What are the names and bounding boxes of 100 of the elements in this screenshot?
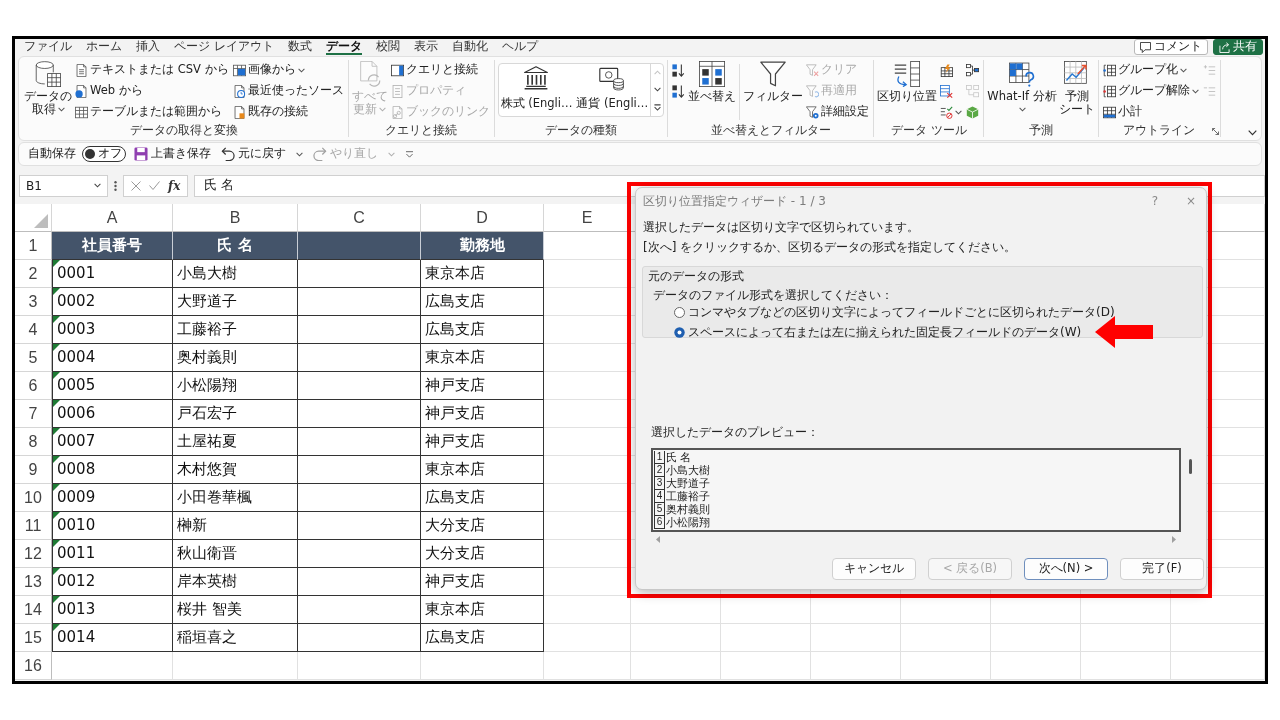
row-number[interactable]: 14 bbox=[15, 596, 52, 624]
next-button[interactable]: 次へ(N) > bbox=[1024, 558, 1108, 580]
finish-button[interactable]: 完了(F) bbox=[1120, 558, 1204, 580]
share-button[interactable]: 共有 bbox=[1213, 39, 1263, 55]
row-number[interactable]: 2 bbox=[15, 260, 52, 288]
id-text: 0008 bbox=[57, 459, 96, 481]
scrollbar-thumb[interactable] bbox=[1188, 459, 1192, 474]
row-number[interactable]: 11 bbox=[15, 512, 52, 540]
id-text: 0003 bbox=[57, 319, 96, 341]
gallery-item[interactable]: 通貨 (Engli… bbox=[574, 64, 651, 116]
sort-descending-icon bbox=[672, 84, 686, 98]
office-text: 大分支店 bbox=[425, 515, 485, 537]
cancel-icon[interactable] bbox=[131, 180, 141, 191]
row-number[interactable]: 15 bbox=[15, 624, 52, 652]
ribbon-button[interactable]: 小計 bbox=[1101, 102, 1200, 122]
office-text: 神戸支店 bbox=[425, 571, 485, 593]
ribbon-button[interactable]: 並べ替え bbox=[688, 60, 737, 104]
id-text: 0013 bbox=[57, 599, 96, 621]
expand-icon bbox=[653, 103, 661, 111]
menu-tab[interactable]: ページ レイアウト bbox=[174, 39, 274, 55]
name-box[interactable]: B1 bbox=[19, 174, 108, 197]
menu-tab[interactable]: 校閲 bbox=[375, 39, 400, 55]
toolbar-button[interactable]: 元に戻す bbox=[219, 145, 288, 163]
ribbon-button[interactable]: 既存の接続 bbox=[231, 102, 345, 122]
ribbon-button[interactable]: 最近使ったソース bbox=[231, 81, 345, 101]
name-text: 戸石宏子 bbox=[177, 403, 237, 425]
row-number[interactable]: 9 bbox=[15, 456, 52, 484]
preview-text: 小松陽翔 bbox=[665, 516, 710, 529]
cancel-button[interactable]: キャンセル bbox=[832, 558, 916, 580]
ribbon-button[interactable]: テキストまたは CSV から bbox=[74, 60, 230, 80]
menu-tab[interactable]: ファイル bbox=[24, 39, 72, 55]
menu-tab[interactable]: 自動化 bbox=[451, 39, 488, 55]
link-document-icon bbox=[390, 105, 404, 119]
ribbon-button[interactable]: データの 取得 bbox=[24, 60, 72, 117]
office-text: 広島支店 bbox=[425, 487, 485, 509]
ribbon-button[interactable]: 詳細設定 bbox=[805, 102, 871, 122]
ribbon-button[interactable]: 区切り位置 bbox=[877, 60, 938, 104]
dropdown-button[interactable] bbox=[294, 151, 305, 157]
row-number[interactable]: 5 bbox=[15, 344, 52, 372]
row-number[interactable]: 1 bbox=[15, 232, 52, 260]
toolbar-button[interactable]: 上書き保存 bbox=[132, 145, 213, 163]
row-number[interactable]: 6 bbox=[15, 372, 52, 400]
autosave-toggle[interactable]: オフ bbox=[82, 146, 126, 162]
row-number[interactable]: 10 bbox=[15, 484, 52, 512]
ribbon-button[interactable]: グループ解除 bbox=[1101, 81, 1200, 101]
radio-option[interactable]: スペースによって右または左に揃えられた固定長フィールドのデータ(W) bbox=[674, 325, 1082, 339]
database-icon bbox=[35, 61, 61, 87]
id-text: 0004 bbox=[57, 347, 96, 369]
left-arrow-icon[interactable] bbox=[656, 535, 660, 543]
customize-button[interactable] bbox=[403, 150, 416, 158]
comment-button[interactable]: コメント bbox=[1134, 39, 1208, 55]
office-text: 東京本店 bbox=[425, 263, 485, 285]
column-header[interactable]: C bbox=[298, 204, 421, 232]
menu-tab[interactable]: 数式 bbox=[287, 39, 312, 55]
save-icon bbox=[134, 147, 148, 161]
select-all-icon[interactable] bbox=[34, 214, 48, 228]
ribbon-button[interactable]: 画像から bbox=[231, 60, 345, 80]
row-number: 6 bbox=[654, 516, 665, 529]
column-header[interactable]: D bbox=[421, 204, 544, 232]
row-number[interactable]: 7 bbox=[15, 400, 52, 428]
column-header[interactable]: A bbox=[52, 204, 173, 232]
row-number[interactable]: 12 bbox=[15, 540, 52, 568]
autosave-label: 自動保存 bbox=[28, 145, 76, 163]
launcher-button[interactable] bbox=[1211, 128, 1219, 135]
function-button[interactable]: fx bbox=[168, 176, 181, 195]
name-text: 岸本英樹 bbox=[177, 571, 237, 593]
ribbon-button[interactable]: フィルター bbox=[743, 60, 804, 104]
column-header[interactable]: B bbox=[173, 204, 298, 232]
clock-document-icon bbox=[232, 84, 246, 98]
id-text: 0006 bbox=[57, 403, 96, 425]
name-text: 稲垣喜之 bbox=[177, 627, 237, 649]
ribbon-button[interactable]: 予測 シート bbox=[1058, 60, 1095, 117]
ribbon-button[interactable]: テーブルまたは範囲から bbox=[74, 102, 230, 122]
ribbon-button[interactable]: Web から bbox=[74, 81, 230, 101]
check-icon[interactable] bbox=[149, 181, 160, 190]
caret-icon bbox=[955, 109, 963, 115]
row-number[interactable]: 16 bbox=[15, 652, 52, 680]
menu-tab[interactable]: 挿入 bbox=[136, 39, 160, 55]
row-number[interactable]: 8 bbox=[15, 428, 52, 456]
radio-option[interactable]: コンマやタブなどの区切り文字によってフィールドごとに区切られたデータ(D) bbox=[674, 305, 1115, 319]
office-text: 東京本店 bbox=[425, 347, 485, 369]
collapse-button[interactable] bbox=[1248, 130, 1257, 136]
ribbon-button[interactable]: What-If 分析 bbox=[987, 60, 1057, 113]
row-number[interactable]: 4 bbox=[15, 316, 52, 344]
split-columns-icon bbox=[894, 61, 921, 87]
right-arrow-icon[interactable] bbox=[1172, 535, 1176, 543]
menu-tab[interactable]: 表示 bbox=[413, 39, 438, 55]
row-number[interactable]: 13 bbox=[15, 568, 52, 596]
ribbon-button[interactable]: クエリと接続 bbox=[389, 60, 491, 80]
menu-tab[interactable]: ヘルプ bbox=[501, 39, 538, 55]
row-number[interactable]: 3 bbox=[15, 288, 52, 316]
gallery-item[interactable]: 株式 (Engli… bbox=[498, 64, 575, 116]
menu-tab[interactable]: ホーム bbox=[86, 39, 122, 55]
preview-label: 選択したデータのプレビュー： bbox=[651, 425, 819, 439]
sort-grid-icon bbox=[699, 61, 726, 87]
caret-icon bbox=[297, 67, 305, 73]
row-number: 5 bbox=[654, 503, 665, 516]
properties-icon bbox=[390, 84, 404, 98]
row-number: 1 bbox=[654, 451, 665, 464]
ribbon-button[interactable]: グループ化 bbox=[1101, 60, 1200, 80]
